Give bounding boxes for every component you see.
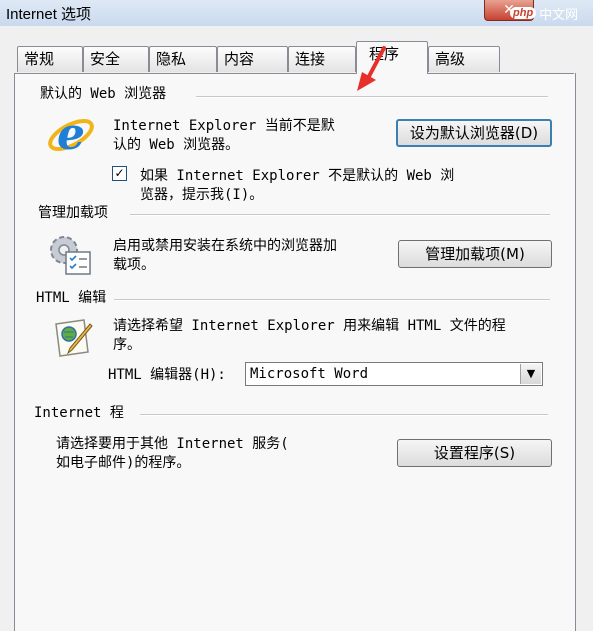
internet-explorer-icon: e bbox=[48, 111, 94, 157]
tab-privacy[interactable]: 隐私 bbox=[149, 46, 217, 72]
html-editing-heading: HTML 编辑 bbox=[36, 289, 111, 308]
prompt-default-checkbox[interactable]: ✓ bbox=[112, 166, 127, 181]
title-bar: Internet 选项 ✕ php 中文网 bbox=[0, 0, 593, 26]
addons-description-line1: 启用或禁用安装在系统中的浏览器加 bbox=[113, 238, 337, 254]
default-browser-description-line2: 认的 Web 浏览器。 bbox=[113, 137, 240, 153]
svg-text:e: e bbox=[57, 111, 85, 157]
tab-general[interactable]: 常规 bbox=[17, 46, 83, 72]
tab-strip: 常规 安全 隐私 内容 连接 程序 高级 bbox=[0, 40, 593, 74]
internet-programs-separator bbox=[140, 414, 548, 416]
default-browser-separator bbox=[196, 96, 548, 98]
document-pen-icon bbox=[55, 319, 93, 357]
default-browser-description-line1: Internet Explorer 当前不是默 bbox=[113, 118, 335, 134]
html-editor-value: Microsoft Word bbox=[250, 366, 369, 382]
internet-programs-description-line2: 如电子邮件)的程序。 bbox=[56, 455, 191, 471]
tab-underline bbox=[14, 73, 574, 74]
html-editing-description-line2: 序。 bbox=[113, 337, 141, 353]
watermark-text: 中文网 bbox=[539, 6, 579, 22]
tab-security[interactable]: 安全 bbox=[83, 46, 149, 72]
set-default-browser-button[interactable]: 设为默认浏览器(D) bbox=[396, 119, 552, 147]
programs-panel bbox=[14, 73, 576, 631]
set-programs-button[interactable]: 设置程序(S) bbox=[397, 439, 552, 467]
html-editing-separator bbox=[114, 299, 550, 301]
tab-advanced[interactable]: 高级 bbox=[428, 46, 500, 72]
prompt-default-label-line2: 览器，提示我(I)。 bbox=[140, 187, 264, 203]
manage-addons-button[interactable]: 管理加载项(M) bbox=[398, 240, 552, 268]
annotation-arrow-icon bbox=[357, 46, 386, 91]
addons-separator bbox=[130, 214, 550, 216]
internet-programs-description-line1: 请选择要用于其他 Internet 服务( bbox=[56, 436, 289, 452]
window-title: Internet 选项 bbox=[6, 6, 92, 23]
html-editing-description-line1: 请选择希望 Internet Explorer 用来编辑 HTML 文件的程 bbox=[113, 318, 506, 334]
internet-programs-heading: Internet 程 bbox=[34, 404, 128, 423]
default-browser-heading: 默认的 Web 浏览器 bbox=[40, 85, 171, 104]
watermark: php 中文网 bbox=[510, 4, 578, 22]
chevron-down-icon[interactable]: ▼ bbox=[520, 364, 541, 384]
html-editor-label: HTML 编辑器(H): bbox=[108, 367, 226, 383]
html-editor-select[interactable]: Microsoft Word ▼ bbox=[245, 362, 543, 386]
watermark-logo: php bbox=[510, 7, 537, 19]
addons-description-line2: 载项。 bbox=[113, 257, 155, 273]
prompt-default-label-line1: 如果 Internet Explorer 不是默认的 Web 浏 bbox=[140, 168, 455, 184]
tab-content[interactable]: 内容 bbox=[217, 46, 288, 72]
tab-connections[interactable]: 连接 bbox=[288, 46, 356, 72]
gear-checklist-icon bbox=[50, 236, 91, 275]
addons-heading: 管理加载项 bbox=[38, 204, 112, 223]
